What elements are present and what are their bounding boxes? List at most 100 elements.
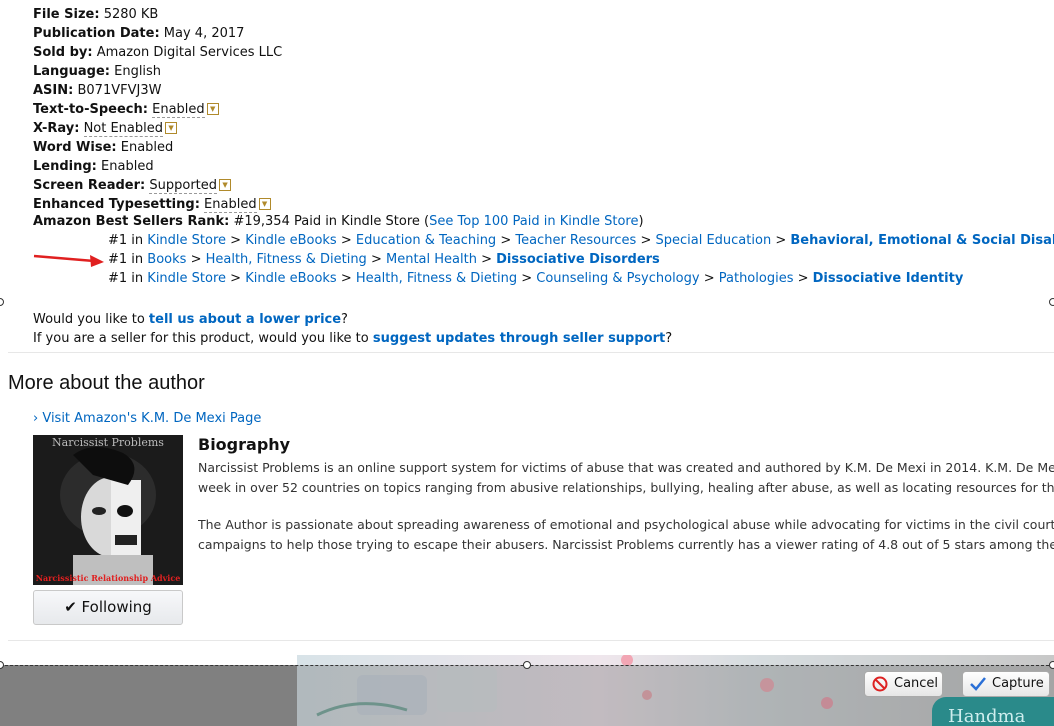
dropdown-caret-icon[interactable]: ▼: [165, 122, 178, 134]
detail-label: Sold by:: [33, 45, 93, 60]
detail-value: May 4, 2017: [163, 26, 245, 41]
seller-support-q: ?: [665, 331, 673, 346]
subrank-number: #1 in: [108, 233, 144, 248]
dropdown-caret-icon[interactable]: ▼: [258, 198, 271, 210]
category-link[interactable]: Books: [147, 252, 186, 267]
detail-label: Enhanced Typesetting:: [33, 197, 200, 212]
detail-label: Lending:: [33, 159, 97, 174]
detail-value: Enabled: [120, 140, 174, 155]
detail-row: Sold by: Amazon Digital Services LLC: [33, 43, 282, 62]
category-link[interactable]: Pathologies: [719, 271, 794, 286]
biography-text-line: week in over 52 countries on topics rang…: [198, 480, 1054, 495]
rank-label: Amazon Best Sellers Rank:: [33, 214, 230, 229]
detail-value[interactable]: Supported: [149, 178, 218, 194]
top-100-link[interactable]: See Top 100 Paid in Kindle Store: [429, 214, 638, 229]
category-link[interactable]: Health, Fitness & Dieting: [206, 252, 367, 267]
detail-row: X-Ray: Not Enabled ▼: [33, 119, 282, 138]
photo-caption-top: Narcissist Problems: [52, 436, 164, 449]
selection-handle-left[interactable]: [0, 298, 4, 306]
rank-close: ): [638, 214, 644, 229]
detail-label: Screen Reader:: [33, 178, 146, 193]
dropdown-caret-icon[interactable]: ▼: [206, 103, 219, 115]
biography-title: Biography: [198, 435, 291, 454]
visit-author-page-link[interactable]: › Visit Amazon's K.M. De Mexi Page: [33, 411, 261, 426]
detail-value: English: [114, 64, 162, 79]
detail-row: Text-to-Speech: Enabled ▼: [33, 100, 282, 119]
detail-value[interactable]: Enabled: [152, 102, 205, 118]
checkmark-icon: [970, 677, 986, 691]
detail-row: Publication Date: May 4, 2017: [33, 24, 282, 43]
biography-text-line: campaigns to help those trying to escape…: [198, 537, 1054, 552]
capture-button[interactable]: Capture: [962, 671, 1050, 697]
dropdown-caret-icon[interactable]: ▼: [219, 179, 232, 191]
cancel-label: Cancel: [894, 676, 939, 691]
detail-label: X-Ray:: [33, 121, 80, 136]
category-link[interactable]: Kindle Store: [147, 233, 226, 248]
detail-label: Language:: [33, 64, 110, 79]
lower-price-prompt: Would you like to: [33, 312, 149, 327]
detail-row: Screen Reader: Supported ▼: [33, 176, 282, 195]
biography-text-line: Narcissist Problems is an online support…: [198, 460, 1054, 475]
category-link[interactable]: Mental Health: [386, 252, 477, 267]
cancel-button[interactable]: Cancel: [864, 671, 943, 697]
detail-value: Amazon Digital Services LLC: [96, 45, 283, 60]
category-link[interactable]: Counseling & Psychology: [536, 271, 699, 286]
detail-label: ASIN:: [33, 83, 74, 98]
selection-handle-bottom-mid[interactable]: [523, 661, 531, 669]
seller-support-link[interactable]: suggest updates through seller support: [373, 331, 665, 346]
subrank-row: #1 in Kindle Store > Kindle eBooks > Edu…: [108, 233, 1054, 248]
detail-row: Language: English: [33, 62, 282, 81]
detail-label: Word Wise:: [33, 140, 117, 155]
rank-value: #19,354 Paid in Kindle Store (: [233, 214, 430, 229]
detail-value[interactable]: Not Enabled: [83, 121, 164, 137]
subrank-row: #1 in Kindle Store > Kindle eBooks > Hea…: [108, 271, 964, 286]
biography-text-line: The Author is passionate about spreading…: [198, 517, 1054, 532]
following-label: Following: [81, 598, 152, 616]
detail-label: File Size:: [33, 7, 100, 22]
selection-handle-right[interactable]: [1049, 298, 1054, 306]
subrank-row: #1 in Books > Health, Fitness & Dieting …: [108, 252, 660, 267]
category-final-link[interactable]: Dissociative Identity: [813, 271, 964, 286]
category-final-link[interactable]: Behavioral, Emotional & Social Disabilit…: [790, 233, 1054, 248]
divider: [8, 640, 1054, 641]
best-sellers-rank: Amazon Best Sellers Rank: #19,354 Paid i…: [33, 214, 644, 229]
no-entry-icon: [872, 676, 888, 692]
detail-row: Enhanced Typesetting: Enabled ▼: [33, 195, 282, 214]
detail-label: Text-to-Speech:: [33, 102, 148, 117]
detail-value[interactable]: Enabled: [204, 197, 257, 213]
detail-value: Enabled: [101, 159, 154, 174]
category-link[interactable]: Health, Fitness & Dieting: [356, 271, 517, 286]
subrank-number: #1 in: [108, 252, 144, 267]
product-details-list: File Size: 5280 KB Publication Date: May …: [33, 5, 282, 214]
author-photo[interactable]: Narcissist Problems Narcissistic Relatio…: [33, 435, 183, 585]
detail-label: Publication Date:: [33, 26, 160, 41]
author-portrait-image: [33, 435, 183, 585]
detail-row: ASIN: B071VFVJ3W: [33, 81, 282, 100]
banner-text: Handma: [932, 697, 1054, 726]
category-link[interactable]: Teacher Resources: [515, 233, 636, 248]
checkmark-icon: ✔: [64, 598, 77, 616]
subrank-number: #1 in: [108, 271, 144, 286]
divider: [8, 352, 1054, 353]
detail-value: 5280 KB: [103, 7, 159, 22]
detail-row: Word Wise: Enabled: [33, 138, 282, 157]
category-final-link[interactable]: Dissociative Disorders: [496, 252, 660, 267]
detail-row: File Size: 5280 KB: [33, 5, 282, 24]
category-link[interactable]: Kindle eBooks: [245, 233, 337, 248]
category-link[interactable]: Kindle eBooks: [245, 271, 337, 286]
author-heading: More about the author: [8, 372, 205, 394]
seller-support-prompt: If you are a seller for this product, wo…: [33, 331, 373, 346]
lower-price-q: ?: [341, 312, 348, 327]
red-arrow-annotation: [33, 254, 104, 267]
following-button[interactable]: ✔ Following: [33, 590, 183, 625]
detail-row: Lending: Enabled: [33, 157, 282, 176]
photo-caption-bottom: Narcissistic Relationship Advice: [35, 573, 181, 583]
detail-value: B071VFVJ3W: [77, 83, 162, 98]
selection-handle-bottom-right[interactable]: [1049, 661, 1054, 669]
category-link[interactable]: Education & Teaching: [356, 233, 496, 248]
category-link[interactable]: Kindle Store: [147, 271, 226, 286]
lower-price-link[interactable]: tell us about a lower price: [149, 312, 341, 327]
capture-label: Capture: [992, 676, 1044, 691]
category-link[interactable]: Special Education: [655, 233, 771, 248]
feedback-links: Would you like to tell us about a lower …: [33, 310, 672, 348]
